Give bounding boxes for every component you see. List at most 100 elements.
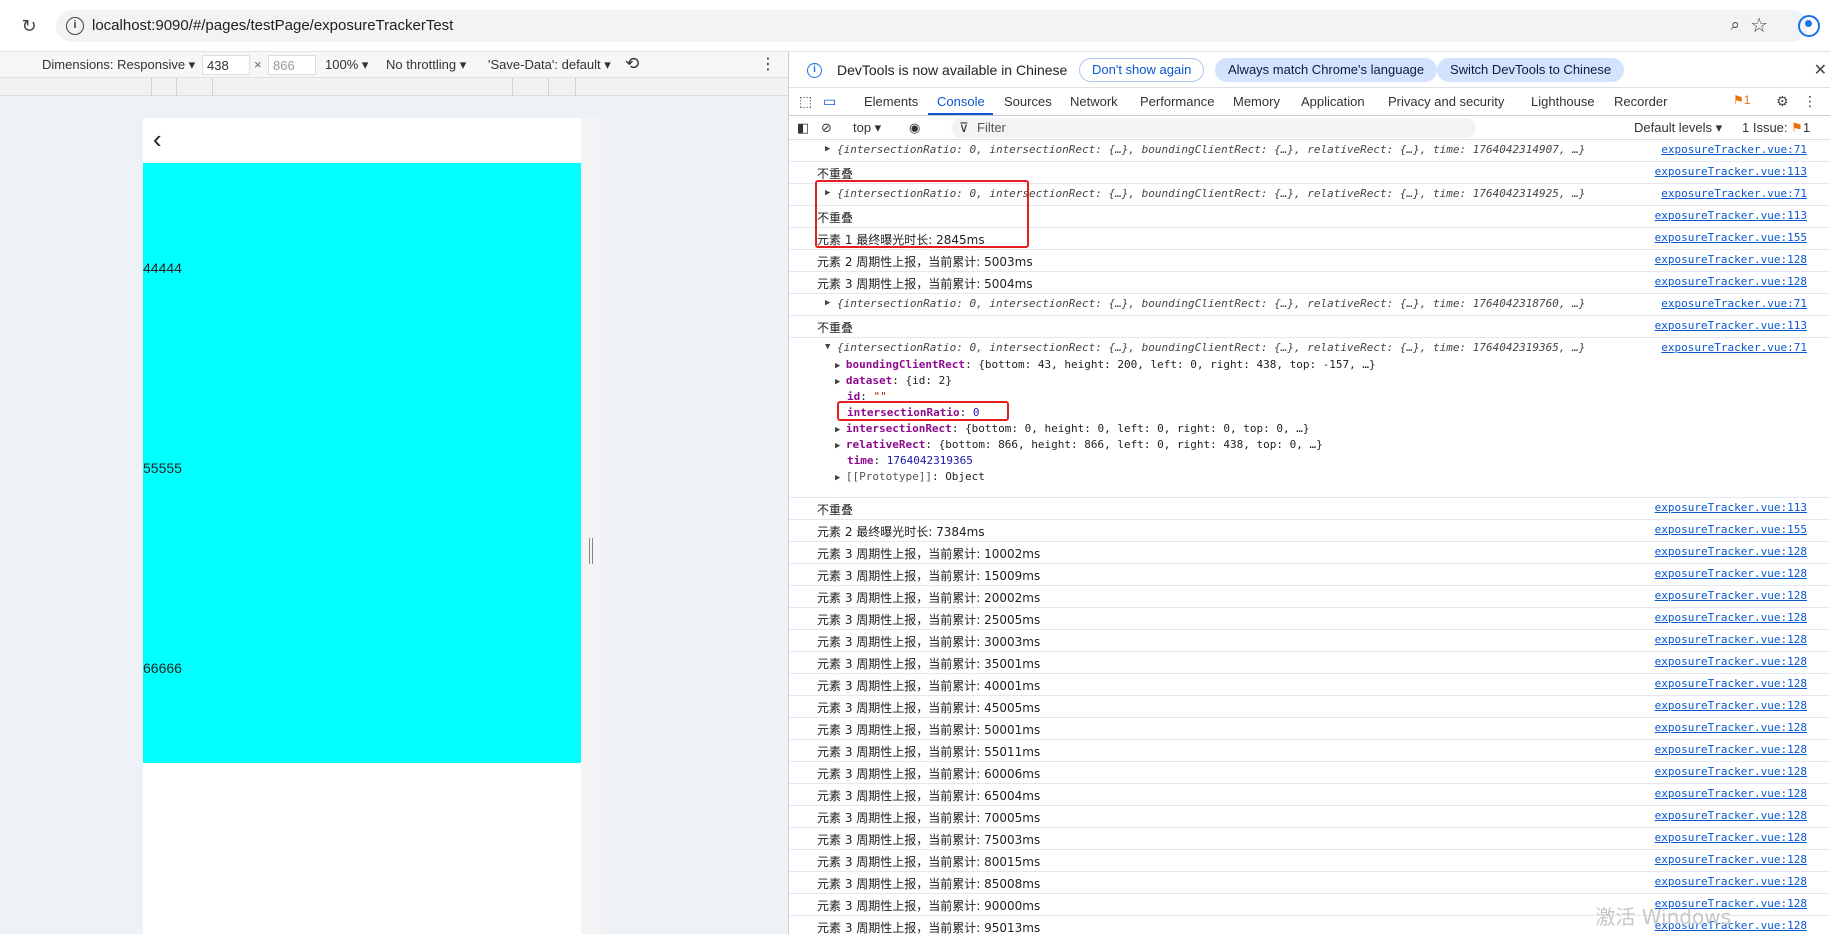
source-link[interactable]: exposureTracker.vue:71	[1661, 341, 1807, 354]
issues-counter[interactable]: 1 Issue: ⚑1	[1742, 120, 1810, 136]
resize-handle[interactable]	[589, 538, 593, 564]
clear-console-icon[interactable]: ⊘	[821, 120, 832, 136]
live-expression-eye-icon[interactable]: ◉	[909, 120, 920, 136]
save-data-select[interactable]: 'Save-Data': default ▾	[488, 57, 611, 73]
source-link[interactable]: exposureTracker.vue:128	[1655, 721, 1807, 734]
source-link[interactable]: exposureTracker.vue:71	[1661, 297, 1807, 310]
log-object: {intersectionRatio: 0, intersectionRect:…	[837, 341, 1586, 354]
source-link[interactable]: exposureTracker.vue:128	[1655, 253, 1807, 266]
profile-icon[interactable]	[1798, 15, 1820, 37]
sidebar-toggle-icon[interactable]: ◧	[797, 120, 809, 136]
prop-intersection-rect[interactable]: ▶ intersectionRect: {bottom: 0, height: …	[835, 422, 1309, 435]
back-arrow-icon[interactable]: ‹	[153, 126, 177, 152]
width-input[interactable]: 438	[202, 55, 250, 75]
console-row: 元素 3 周期性上报，当前累计: 15009ms exposureTracker.…	[789, 564, 1830, 586]
console-row: 元素 3 周期性上报，当前累计: 60006ms exposureTracker.…	[789, 762, 1830, 784]
context-select[interactable]: top ▾	[853, 120, 881, 136]
source-link[interactable]: exposureTracker.vue:155	[1655, 523, 1807, 536]
zoom-select[interactable]: 100% ▾	[325, 57, 368, 73]
console-row: 元素 3 周期性上报，当前累计: 25005ms exposureTracker.…	[789, 608, 1830, 630]
console-row[interactable]: ▶ {intersectionRatio: 0, intersectionRec…	[789, 294, 1830, 316]
log-message: 元素 3 周期性上报，当前累计: 40001ms	[817, 679, 1041, 693]
console-row: 元素 2 最终曝光时长: 7384ms exposureTracker.vue:1…	[789, 520, 1830, 542]
source-link[interactable]: exposureTracker.vue:128	[1655, 655, 1807, 668]
log-message: 元素 3 周期性上报，当前累计: 90000ms	[817, 899, 1041, 913]
devtools-panel: i DevTools is now available in Chinese D…	[788, 52, 1830, 934]
source-link[interactable]: exposureTracker.vue:71	[1661, 187, 1807, 200]
collapse-caret-icon[interactable]: ▼	[825, 342, 830, 352]
source-link[interactable]: exposureTracker.vue:71	[1661, 143, 1807, 156]
source-link[interactable]: exposureTracker.vue:113	[1655, 501, 1807, 514]
browser-toolbar: ↻ i localhost:9090/#/pages/testPage/expo…	[0, 0, 1830, 52]
tab-memory[interactable]: Memory	[1233, 94, 1280, 109]
tab-recorder[interactable]: Recorder	[1614, 94, 1667, 109]
tab-performance[interactable]: Performance	[1140, 94, 1214, 109]
log-message: 元素 3 周期性上报，当前累计: 85008ms	[817, 877, 1041, 891]
source-link[interactable]: exposureTracker.vue:128	[1655, 787, 1807, 800]
prop-bounding-client-rect[interactable]: ▶ boundingClientRect: {bottom: 43, heigh…	[835, 358, 1376, 371]
source-link[interactable]: exposureTracker.vue:113	[1655, 209, 1807, 222]
tab-privacy-security[interactable]: Privacy and security	[1388, 94, 1504, 109]
more-tools-icon[interactable]: ⋮	[1803, 93, 1817, 110]
source-link[interactable]: exposureTracker.vue:128	[1655, 875, 1807, 888]
default-levels-select[interactable]: Default levels ▾	[1634, 120, 1722, 136]
log-message: 元素 3 周期性上报，当前累计: 10002ms	[817, 547, 1041, 561]
source-link[interactable]: exposureTracker.vue:128	[1655, 831, 1807, 844]
source-link[interactable]: exposureTracker.vue:128	[1655, 677, 1807, 690]
reload-icon[interactable]: ↻	[18, 15, 40, 37]
tab-console[interactable]: Console	[937, 94, 985, 109]
infobar-text: DevTools is now available in Chinese	[837, 62, 1068, 78]
device-toggle-icon[interactable]: ▭	[823, 93, 836, 110]
address-bar[interactable]: i localhost:9090/#/pages/testPage/exposu…	[56, 10, 1820, 42]
source-link[interactable]: exposureTracker.vue:128	[1655, 545, 1807, 558]
source-link[interactable]: exposureTracker.vue:128	[1655, 567, 1807, 580]
url-text[interactable]: localhost:9090/#/pages/testPage/exposure…	[92, 17, 453, 34]
viewport-scrollbar[interactable]	[581, 118, 601, 934]
log-message: 元素 3 周期性上报，当前累计: 60006ms	[817, 767, 1041, 781]
console-toolbar: ◧ ⊘ top ▾ ◉ ⊽ Filter Default levels ▾ 1 …	[789, 116, 1830, 140]
tab-sources[interactable]: Sources	[1004, 94, 1052, 109]
close-icon[interactable]: ✕	[1814, 60, 1827, 80]
prop-time: time: 1764042319365	[847, 454, 973, 467]
dont-show-again-button[interactable]: Don't show again	[1079, 58, 1205, 82]
tab-application[interactable]: Application	[1301, 94, 1365, 109]
zoom-icon[interactable]: ⌕	[1730, 15, 1740, 35]
log-message: 元素 3 周期性上报，当前累计: 20002ms	[817, 591, 1041, 605]
filter-input[interactable]: ⊽ Filter	[951, 118, 1476, 138]
tab-lighthouse[interactable]: Lighthouse	[1531, 94, 1595, 109]
issues-badge[interactable]: ⚑1	[1733, 93, 1750, 107]
bookmark-star-icon[interactable]: ☆	[1750, 13, 1768, 38]
log-message: 元素 3 周期性上报，当前累计: 75003ms	[817, 833, 1041, 847]
switch-to-chinese-button[interactable]: Switch DevTools to Chinese	[1437, 58, 1625, 82]
source-link[interactable]: exposureTracker.vue:128	[1655, 275, 1807, 288]
more-options-icon[interactable]: ⋮	[760, 54, 776, 74]
tab-elements[interactable]: Elements	[864, 94, 918, 109]
inspect-element-icon[interactable]: ⬚	[799, 93, 812, 110]
dimensions-select[interactable]: Dimensions: Responsive ▾	[42, 57, 195, 73]
source-link[interactable]: exposureTracker.vue:128	[1655, 611, 1807, 624]
source-link[interactable]: exposureTracker.vue:128	[1655, 699, 1807, 712]
throttling-select[interactable]: No throttling ▾	[386, 57, 466, 73]
source-link[interactable]: exposureTracker.vue:128	[1655, 853, 1807, 866]
source-link[interactable]: exposureTracker.vue:128	[1655, 633, 1807, 646]
source-link[interactable]: exposureTracker.vue:128	[1655, 809, 1807, 822]
always-match-language-button[interactable]: Always match Chrome's language	[1215, 58, 1438, 82]
site-info-icon[interactable]: i	[66, 17, 84, 35]
prop-relative-rect[interactable]: ▶ relativeRect: {bottom: 866, height: 86…	[835, 438, 1323, 451]
rotate-icon[interactable]: ⟲	[625, 54, 639, 74]
source-link[interactable]: exposureTracker.vue:113	[1655, 165, 1807, 178]
settings-gear-icon[interactable]: ⚙	[1776, 93, 1789, 110]
prop-prototype[interactable]: ▶ [[Prototype]]: Object	[835, 470, 985, 483]
source-link[interactable]: exposureTracker.vue:128	[1655, 589, 1807, 602]
log-object: {intersectionRatio: 0, intersectionRect:…	[837, 297, 1586, 310]
source-link[interactable]: exposureTracker.vue:128	[1655, 743, 1807, 756]
height-input[interactable]: 866	[268, 55, 316, 75]
source-link[interactable]: exposureTracker.vue:155	[1655, 231, 1807, 244]
source-link[interactable]: exposureTracker.vue:128	[1655, 765, 1807, 778]
prop-dataset[interactable]: ▶ dataset: {id: 2}	[835, 374, 952, 387]
console-row[interactable]: ▶ {intersectionRatio: 0, intersectionRec…	[789, 140, 1830, 162]
source-link[interactable]: exposureTracker.vue:113	[1655, 319, 1807, 332]
expand-caret-icon[interactable]: ▶	[825, 298, 830, 308]
tab-network[interactable]: Network	[1070, 94, 1118, 109]
expand-caret-icon[interactable]: ▶	[825, 144, 830, 154]
